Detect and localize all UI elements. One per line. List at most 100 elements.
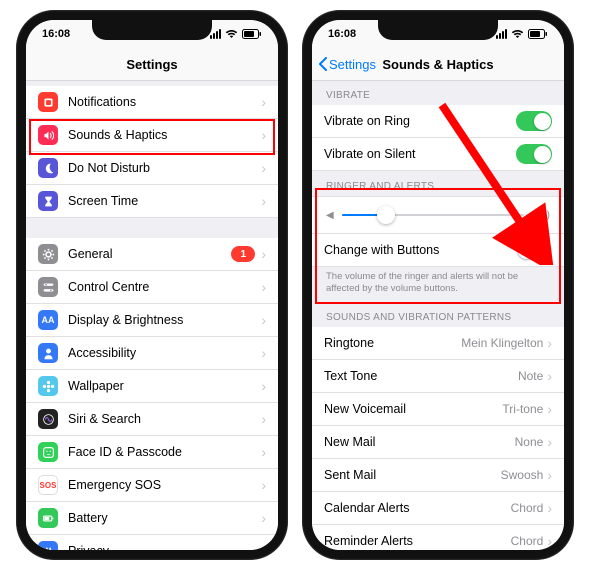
hand-icon: [38, 541, 58, 550]
list-item[interactable]: Do Not Disturb›: [26, 152, 278, 185]
list-item[interactable]: Wallpaper›: [26, 370, 278, 403]
battery-icon: [528, 29, 548, 39]
list-item-label: Emergency SOS: [68, 478, 261, 492]
siri-icon: [38, 409, 58, 429]
list-item[interactable]: Privacy›: [26, 535, 278, 550]
chevron-right-icon: ›: [261, 246, 266, 262]
list-item-label: Control Centre: [68, 280, 261, 294]
chevron-right-icon: ›: [261, 378, 266, 394]
list-item[interactable]: AADisplay & Brightness›: [26, 304, 278, 337]
list-item-label: General: [68, 247, 231, 261]
faceid-icon: [38, 442, 58, 462]
chevron-right-icon: ›: [261, 411, 266, 427]
section-header: VIBRATE: [312, 80, 564, 105]
list-item-label: Privacy: [68, 544, 261, 550]
SOS-icon: SOS: [38, 475, 58, 495]
battery-icon: [38, 508, 58, 528]
notch: [378, 20, 498, 40]
list-item-label: Reminder Alerts: [324, 534, 511, 548]
chevron-right-icon: ›: [547, 368, 552, 384]
phone-left: 16:08 Settings Notifications›Sounds & Ha…: [16, 10, 288, 560]
list-item-label: Do Not Disturb: [68, 161, 261, 175]
list-item-label: Sounds & Haptics: [68, 128, 261, 142]
toggle-switch[interactable]: [516, 111, 552, 131]
chevron-right-icon: ›: [261, 543, 266, 550]
list-item[interactable]: Control Centre›: [26, 271, 278, 304]
list-item[interactable]: Accessibility›: [26, 337, 278, 370]
status-time: 16:08: [328, 28, 356, 40]
toggle-row: Vibrate on Ring: [312, 105, 564, 138]
list-item-detail: Chord: [511, 501, 544, 515]
toggle-switch[interactable]: [516, 240, 552, 260]
list-item[interactable]: Sent MailSwoosh›: [312, 459, 564, 492]
toggle-label: Vibrate on Silent: [324, 147, 516, 161]
list-item-label: Notifications: [68, 95, 261, 109]
list-item[interactable]: Calendar AlertsChord›: [312, 492, 564, 525]
chevron-right-icon: ›: [261, 160, 266, 176]
list-item-label: Calendar Alerts: [324, 501, 511, 515]
toggle-switch[interactable]: [516, 144, 552, 164]
chevron-right-icon: ›: [261, 193, 266, 209]
volume-low-icon: ◀: [326, 210, 334, 221]
chevron-right-icon: ›: [547, 335, 552, 351]
person-icon: [38, 343, 58, 363]
speaker-icon: [38, 125, 58, 145]
switches-icon: [38, 277, 58, 297]
list-item-detail: Chord: [511, 534, 544, 548]
section-header: SOUNDS AND VIBRATION PATTERNS: [312, 302, 564, 327]
list-item-label: Ringtone: [324, 336, 461, 350]
list-item-label: Screen Time: [68, 194, 261, 208]
signal-icon: [496, 29, 507, 39]
list-item[interactable]: Sounds & Haptics›: [26, 119, 278, 152]
list-item[interactable]: Notifications›: [26, 86, 278, 119]
nav-bar: Settings Sounds & Haptics: [312, 48, 564, 81]
list-item-label: Face ID & Passcode: [68, 445, 261, 459]
chevron-right-icon: ›: [547, 401, 552, 417]
section-footer: The volume of the ringer and alerts will…: [312, 267, 564, 302]
list-item-label: Siri & Search: [68, 412, 261, 426]
chevron-right-icon: ›: [261, 510, 266, 526]
volume-slider[interactable]: [342, 214, 525, 216]
flower-icon: [38, 376, 58, 396]
hourglass-icon: [38, 191, 58, 211]
list-item[interactable]: RingtoneMein Klingelton ›: [312, 327, 564, 360]
toggle-row: Vibrate on Silent: [312, 138, 564, 171]
nav-bar: Settings: [26, 48, 278, 81]
chevron-right-icon: ›: [547, 500, 552, 516]
list-item-detail: Tri-tone: [502, 402, 543, 416]
gear-icon: [38, 244, 58, 264]
list-item[interactable]: Battery›: [26, 502, 278, 535]
list-item[interactable]: SOS Emergency SOS›: [26, 469, 278, 502]
list-item[interactable]: New VoicemailTri-tone ›: [312, 393, 564, 426]
chevron-right-icon: ›: [261, 345, 266, 361]
page-title: Sounds & Haptics: [312, 57, 564, 72]
list-item[interactable]: Reminder AlertsChord›: [312, 525, 564, 550]
AA-icon: AA: [38, 310, 58, 330]
volume-slider-row: ◀ ◀))): [312, 196, 564, 234]
list-item[interactable]: Text ToneNote›: [312, 360, 564, 393]
list-item[interactable]: Face ID & Passcode›: [26, 436, 278, 469]
chevron-right-icon: ›: [547, 467, 552, 483]
toggle-row: Change with Buttons: [312, 234, 564, 267]
list-item[interactable]: General1›: [26, 238, 278, 271]
notch: [92, 20, 212, 40]
toggle-label: Change with Buttons: [324, 243, 516, 257]
list-item[interactable]: New MailNone›: [312, 426, 564, 459]
list-item-label: Wallpaper: [68, 379, 261, 393]
chevron-right-icon: ›: [547, 533, 552, 549]
wifi-icon: [511, 29, 524, 39]
list-item-detail: Mein Klingelton: [461, 336, 543, 350]
list-item[interactable]: Screen Time›: [26, 185, 278, 218]
wifi-icon: [225, 29, 238, 39]
toggle-label: Vibrate on Ring: [324, 114, 516, 128]
section-header: RINGER AND ALERTS: [312, 171, 564, 196]
list-item[interactable]: Siri & Search›: [26, 403, 278, 436]
signal-icon: [210, 29, 221, 39]
chevron-right-icon: ›: [261, 477, 266, 493]
list-item-detail: Swoosh: [501, 468, 544, 482]
moon-icon: [38, 158, 58, 178]
list-item-label: New Voicemail: [324, 402, 502, 416]
battery-icon: [242, 29, 262, 39]
list-item-label: Battery: [68, 511, 261, 525]
chevron-right-icon: ›: [261, 312, 266, 328]
